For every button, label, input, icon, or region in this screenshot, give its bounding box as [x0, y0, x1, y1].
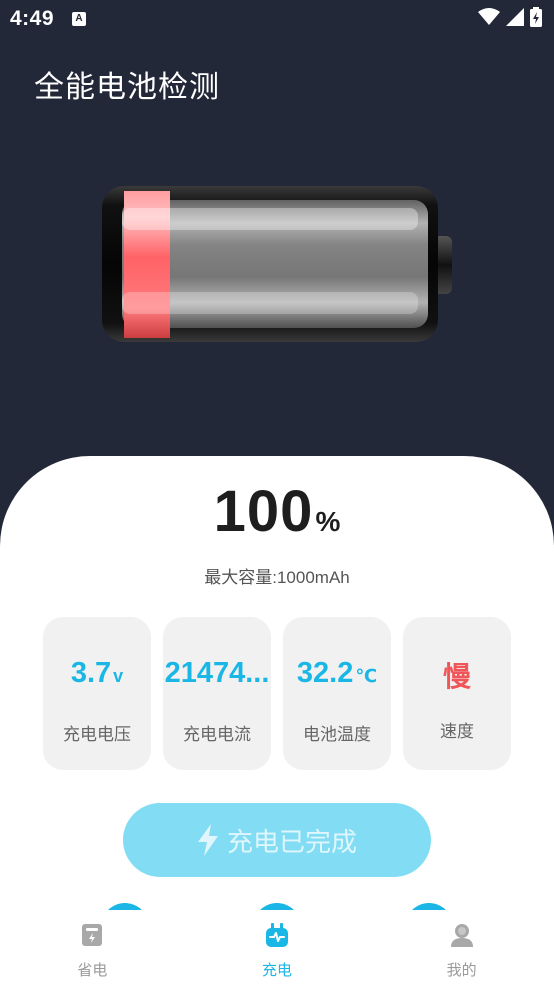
percent-value: 100 — [213, 479, 314, 544]
voltage-label: 充电电压 — [63, 725, 131, 744]
current-value: 21474... — [164, 657, 270, 689]
nav-label-power-save: 省电 — [77, 962, 108, 979]
nav-item-charging[interactable]: 充电 — [185, 910, 370, 984]
temperature-label: 电池温度 — [303, 725, 371, 744]
wifi-icon — [478, 8, 500, 25]
profile-icon — [450, 924, 473, 947]
nav-item-profile[interactable]: 我的 — [369, 910, 554, 984]
status-bar: 4:49 A — [0, 0, 554, 36]
speed-card: 慢 速度 — [403, 617, 511, 770]
stats-cards: 3.7 v 充电电压 21474... 充电电流 32.2 ℃ 电池温度 慢 速度 — [43, 617, 511, 770]
percent-unit: % — [315, 506, 341, 537]
status-time: 4:49 — [10, 7, 55, 30]
charge-button-label: 充电已完成 — [226, 827, 357, 858]
battery-graphic — [102, 186, 452, 342]
temperature-card: 32.2 ℃ 电池温度 — [283, 617, 391, 770]
current-card: 21474... 充电电流 — [163, 617, 271, 770]
power-save-icon — [82, 924, 103, 946]
temperature-value: 32.2 ℃ — [296, 657, 378, 689]
charge-complete-button[interactable]: 充电已完成 — [123, 803, 431, 877]
speed-value: 慢 — [442, 660, 471, 693]
bottom-nav: 省电 充电 我的 — [0, 910, 554, 984]
voltage-value: 3.7 v — [70, 657, 124, 689]
max-capacity: 最大容量:1000mAh — [204, 568, 350, 587]
voltage-card: 3.7 v 充电电压 — [43, 617, 151, 770]
current-label: 充电电流 — [183, 725, 251, 744]
notification-a-icon: A — [72, 12, 86, 26]
speed-label: 速度 — [440, 722, 474, 741]
nav-item-power-save[interactable]: 省电 — [0, 910, 185, 984]
charging-plug-icon — [265, 923, 288, 947]
nav-label-profile: 我的 — [446, 962, 477, 979]
app-title: 全能电池检测 — [34, 70, 220, 105]
nav-label-charging: 充电 — [261, 962, 292, 979]
status-icons — [478, 7, 542, 27]
lightning-icon — [197, 824, 218, 856]
battery-percent: 100% — [0, 478, 554, 545]
battery-status-icon — [530, 7, 542, 27]
signal-icon — [506, 8, 524, 26]
